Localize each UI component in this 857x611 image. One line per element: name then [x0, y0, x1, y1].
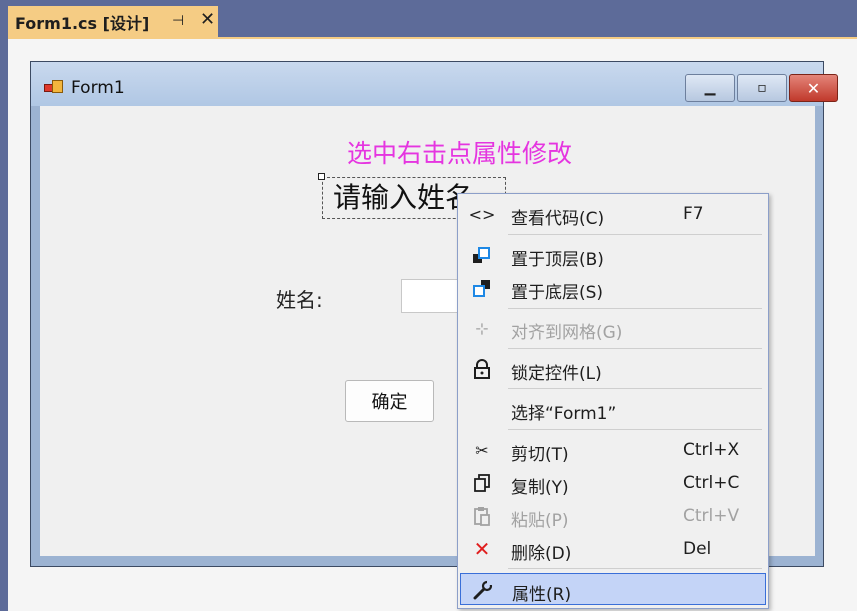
menu-separator [508, 388, 762, 389]
menu-item-bring-to-front[interactable]: 置于顶层(B) [460, 239, 766, 271]
menu-item-shortcut: Ctrl+C [683, 473, 740, 493]
code-icon: <> [468, 204, 496, 224]
menu-separator [508, 308, 762, 309]
menu-item-label: 复制(Y) [511, 478, 569, 498]
paste-icon [470, 504, 494, 528]
name-label[interactable]: 姓名: [276, 284, 323, 313]
maximize-button[interactable]: ▫ [737, 74, 787, 102]
delete-icon: ✕ [473, 537, 491, 561]
menu-separator [508, 429, 762, 430]
cut-icon: ✂ [475, 440, 489, 460]
minimize-button[interactable]: ▁ [685, 74, 735, 102]
menu-item-cut[interactable]: ✂ 剪切(T) Ctrl+X [460, 434, 766, 466]
align-grid-icon: ⊹ [475, 318, 489, 338]
menu-item-label: 查看代码(C) [511, 209, 605, 229]
menu-item-lock-controls[interactable]: 锁定控件(L) [460, 353, 766, 385]
menu-item-view-code[interactable]: <> 查看代码(C) F7 [460, 198, 766, 230]
menu-item-label: 选择“Form1” [511, 404, 617, 424]
selection-handle[interactable] [318, 173, 325, 180]
menu-item-label: 置于顶层(B) [511, 250, 604, 270]
menu-item-label: 置于底层(S) [511, 283, 604, 303]
close-icon: ✕ [806, 78, 821, 98]
menu-separator [508, 568, 762, 569]
form-titlebar[interactable]: Form1 ▁ ▫ ✕ [31, 62, 838, 106]
menu-separator [508, 234, 762, 235]
wrench-icon [471, 578, 495, 602]
tab-title: Form1.cs [设计] [15, 13, 150, 33]
menu-item-shortcut: F7 [683, 204, 704, 224]
form-title: Form1 [71, 78, 125, 98]
minimize-icon: ▁ [704, 80, 716, 96]
menu-item-label: 删除(D) [511, 544, 572, 564]
menu-item-paste[interactable]: 粘贴(P) Ctrl+V [460, 500, 766, 532]
menu-item-label: 属性(R) [512, 585, 572, 605]
ok-button[interactable]: 确定 [345, 380, 434, 422]
menu-item-send-to-back[interactable]: 置于底层(S) [460, 272, 766, 304]
bring-to-front-icon [470, 243, 494, 267]
form-icon [44, 80, 64, 96]
menu-item-label: 锁定控件(L) [511, 364, 602, 384]
menu-separator [508, 348, 762, 349]
menu-item-delete[interactable]: ✕ 删除(D) Del [460, 533, 766, 565]
menu-item-label: 剪切(T) [511, 445, 569, 465]
tab-form1-design[interactable]: Form1.cs [设计] ⊣ ✕ [8, 6, 218, 37]
menu-item-label: 对齐到网格(G) [511, 323, 623, 343]
maximize-icon: ▫ [757, 80, 767, 96]
menu-item-label: 粘贴(P) [511, 511, 569, 531]
menu-item-align-to-grid[interactable]: ⊹ 对齐到网格(G) [460, 312, 766, 344]
copy-icon [470, 471, 494, 495]
lock-icon [470, 357, 494, 381]
menu-item-shortcut: Del [683, 539, 712, 559]
close-button[interactable]: ✕ [789, 74, 838, 102]
send-to-back-icon [470, 276, 494, 300]
menu-item-select-form1[interactable]: 选择“Form1” [460, 393, 766, 425]
menu-item-copy[interactable]: 复制(Y) Ctrl+C [460, 467, 766, 499]
menu-item-shortcut: Ctrl+X [683, 440, 740, 460]
document-tabstrip: Form1.cs [设计] ⊣ ✕ [0, 0, 857, 37]
context-menu: <> 查看代码(C) F7 置于顶层(B) 置于底层(S) ⊹ 对齐到网格(G)… [457, 193, 769, 609]
close-icon[interactable]: ✕ [200, 9, 215, 30]
hint-label[interactable]: 选中右击点属性修改 [347, 134, 572, 170]
menu-item-properties[interactable]: 属性(R) [460, 573, 766, 605]
pin-icon[interactable]: ⊣ [172, 13, 184, 29]
menu-item-shortcut: Ctrl+V [683, 506, 740, 526]
